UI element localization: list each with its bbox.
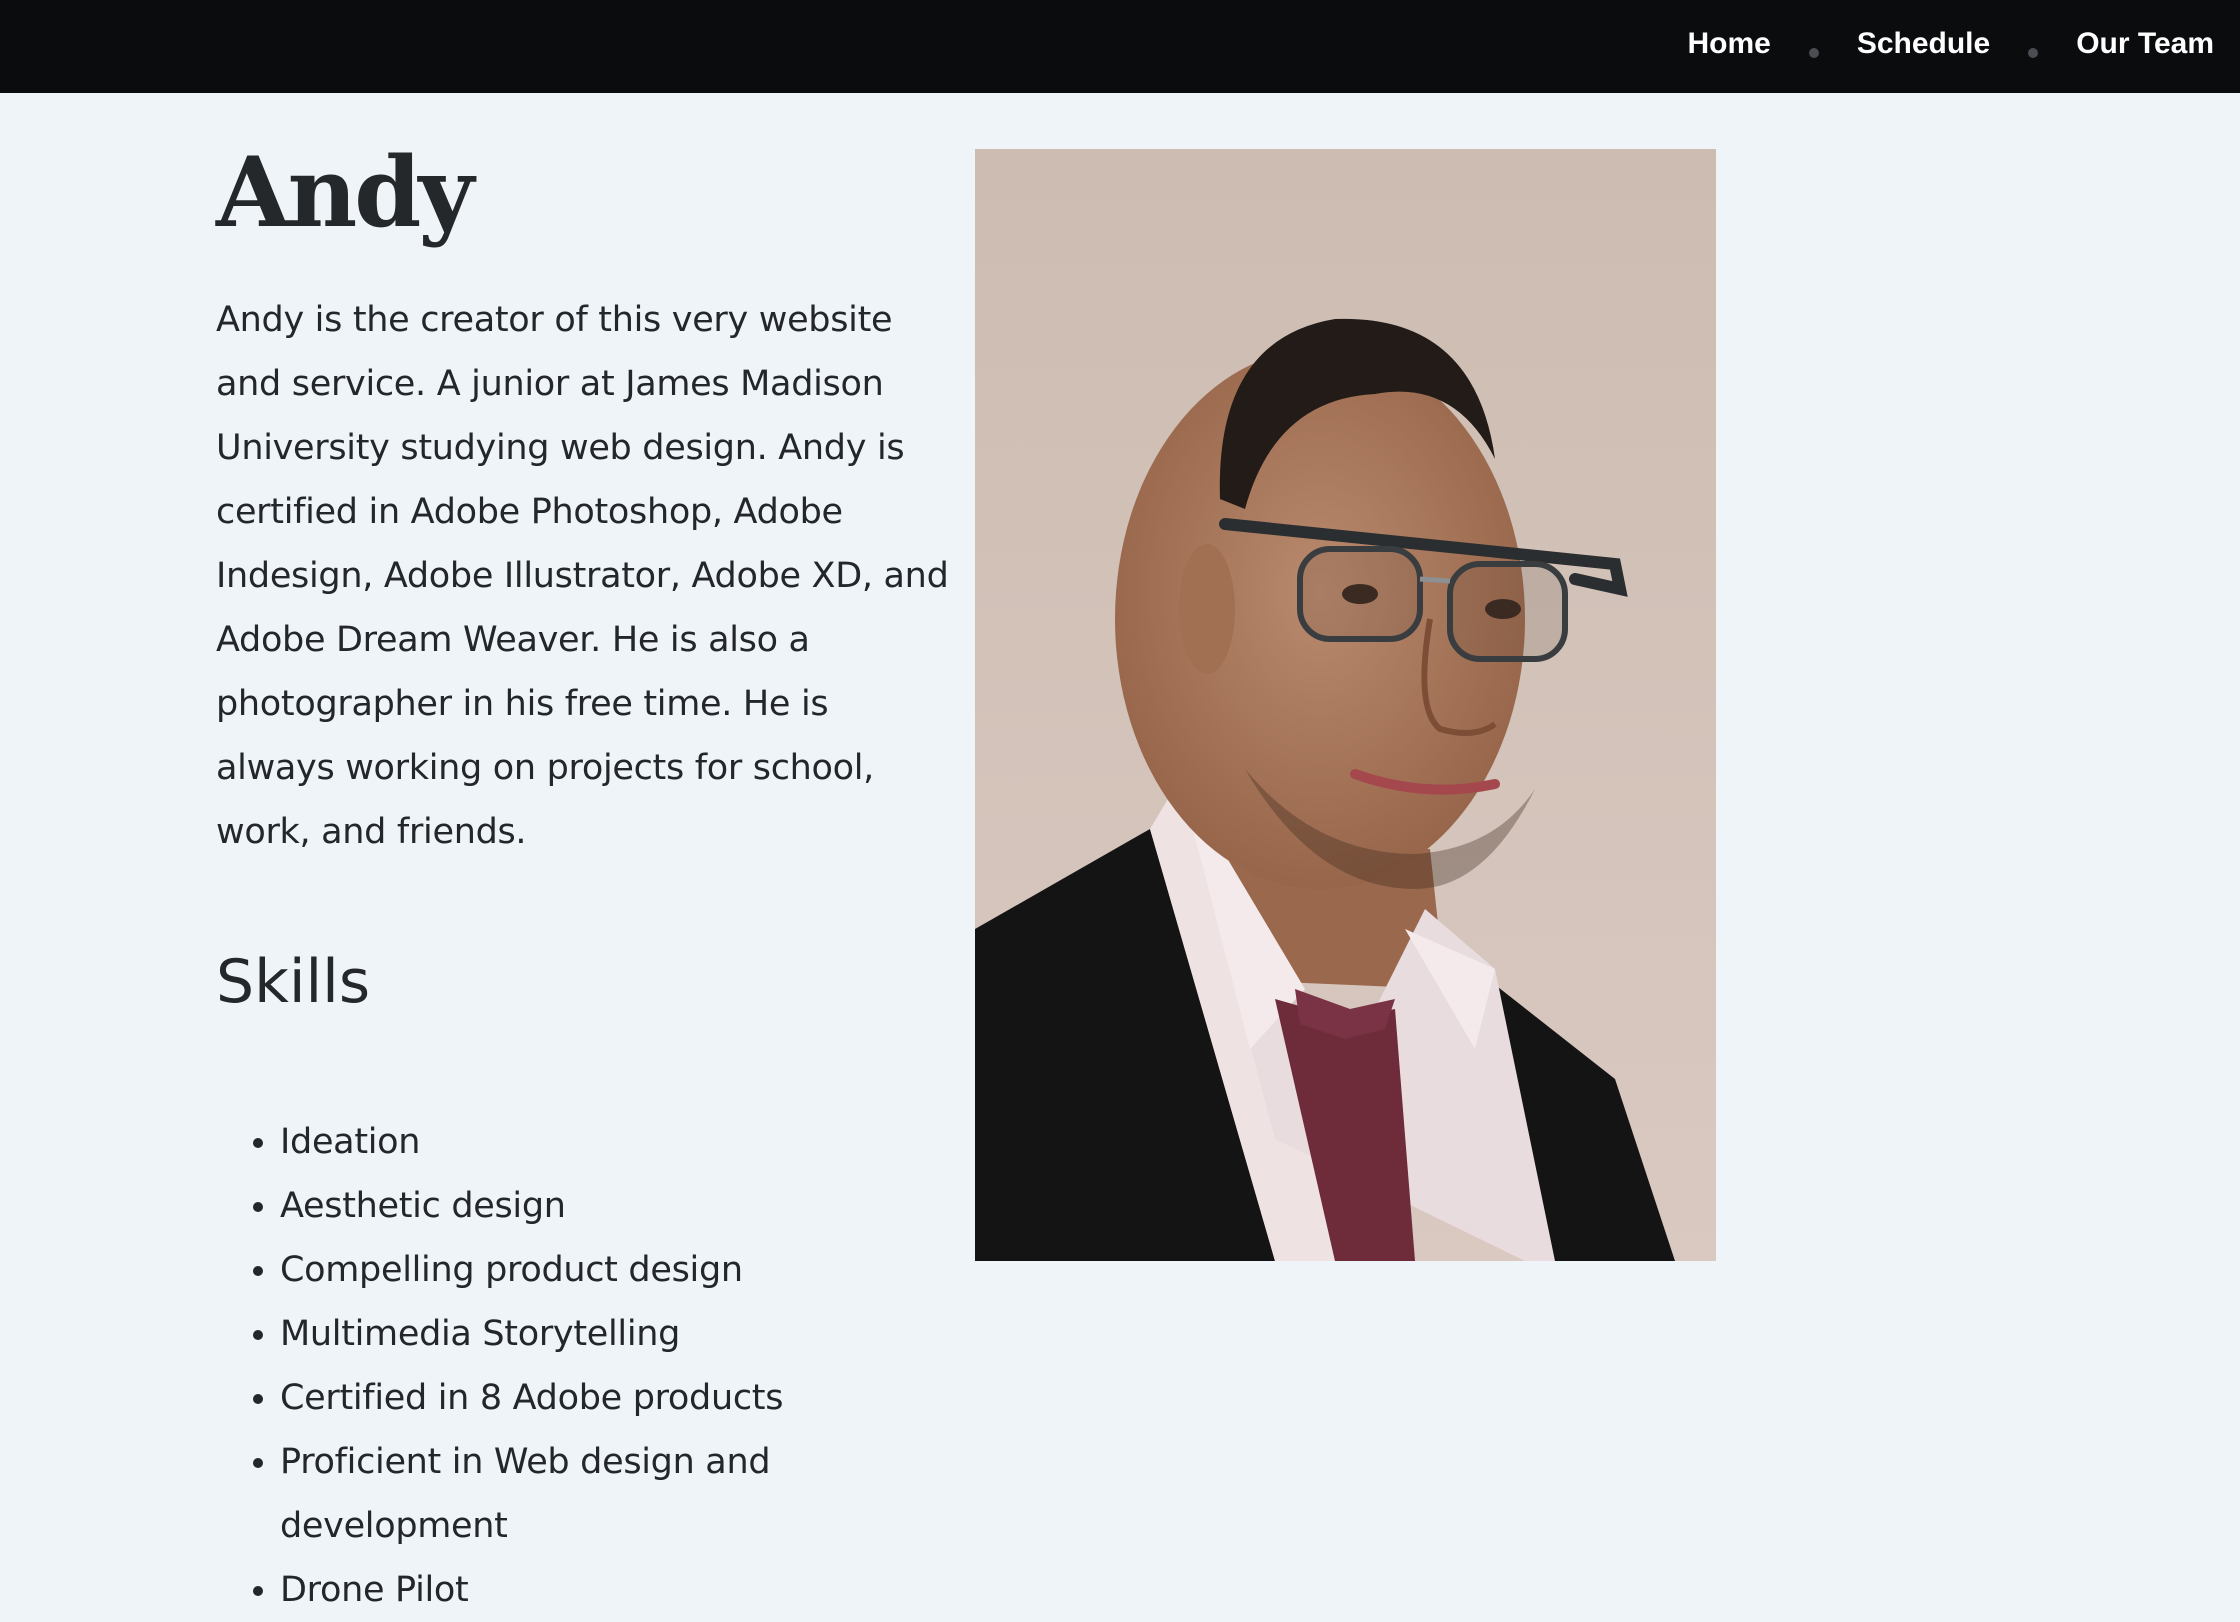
nav-separator-dot	[2028, 48, 2039, 58]
skill-item: Multimedia Storytelling	[280, 1302, 956, 1366]
profile-photo	[975, 149, 1716, 1261]
skill-item: Ideation	[280, 1110, 956, 1174]
skills-list: Ideation Aesthetic design Compelling pro…	[216, 1110, 956, 1622]
skill-item: Certified in 8 Adobe products	[280, 1366, 956, 1430]
skill-item: Drone Pilot	[280, 1558, 956, 1622]
main-nav: Home Schedule Our Team	[1687, 0, 2214, 88]
skill-item: Proficient in Web design and development	[280, 1430, 956, 1558]
profile-content: Andy Andy is the creator of this very we…	[216, 140, 956, 1622]
nav-schedule-link[interactable]: Schedule	[1857, 27, 1990, 61]
skill-item: Compelling product design	[280, 1238, 956, 1302]
nav-home-link[interactable]: Home	[1687, 27, 1770, 61]
profile-bio: Andy is the creator of this very website…	[216, 299, 949, 852]
skills-heading: Skills	[216, 946, 371, 1017]
skill-item: Aesthetic design	[280, 1174, 956, 1238]
nav-separator-dot	[1808, 48, 1819, 58]
profile-name: Andy	[216, 136, 474, 249]
top-navbar: Home Schedule Our Team	[0, 0, 2240, 93]
nav-our-team-link[interactable]: Our Team	[2076, 27, 2214, 61]
